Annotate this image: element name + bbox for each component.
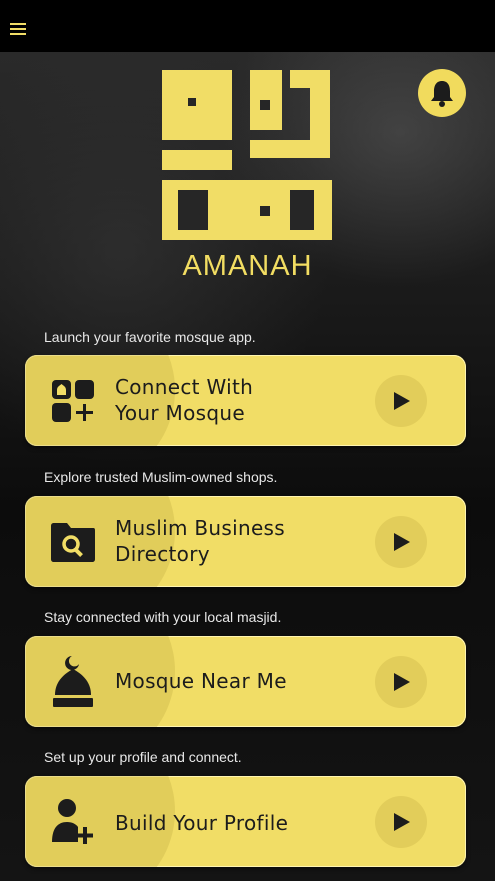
play-arrow-icon (375, 375, 427, 427)
notification-button[interactable] (418, 69, 466, 117)
apps-add-icon (47, 375, 99, 427)
play-arrow-icon (375, 656, 427, 708)
connect-with-your-mosque-button[interactable]: Connect With Your Mosque (25, 355, 466, 446)
build-your-profile-button[interactable]: Build Your Profile (25, 776, 466, 867)
brand-name: AMANAH (182, 250, 313, 282)
hamburger-menu-icon[interactable] (8, 19, 28, 39)
bell-icon (431, 81, 453, 107)
folder-search-icon (47, 516, 99, 568)
top-app-bar (0, 0, 495, 52)
play-arrow-icon (375, 516, 427, 568)
add-person-icon (47, 796, 99, 848)
caption-business-directory: Explore trusted Muslim-owned shops. (44, 469, 278, 485)
amanah-logo (162, 70, 332, 240)
mosque-dome-icon (47, 656, 99, 708)
caption-build-profile: Set up your profile and connect. (44, 749, 242, 765)
mosque-near-me-button[interactable]: Mosque Near Me (25, 636, 466, 727)
card-label-directory: Muslim Business Directory (115, 516, 285, 566)
card-label-build-profile: Build Your Profile (115, 811, 289, 835)
card-label-connect: Connect With Your Mosque (115, 375, 254, 425)
caption-mosque-near-me: Stay connected with your local masjid. (44, 609, 282, 625)
card-label-mosque-near-me: Mosque Near Me (115, 669, 287, 693)
caption-connect-mosque: Launch your favorite mosque app. (44, 329, 256, 345)
muslim-business-directory-button[interactable]: Muslim Business Directory (25, 496, 466, 587)
play-arrow-icon (375, 796, 427, 848)
